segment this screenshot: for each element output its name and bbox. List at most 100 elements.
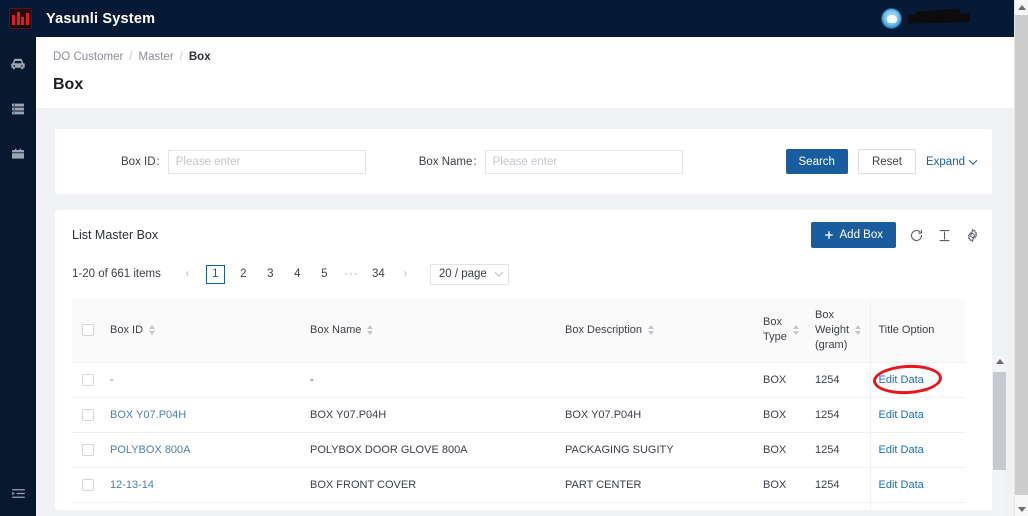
pagination-page-3[interactable]: 3 — [262, 265, 279, 284]
field-box-id: Box ID: Please enter — [121, 149, 366, 174]
chevron-down-icon — [494, 268, 504, 277]
cell-box-name: BOX FRONT COVER — [302, 467, 557, 503]
pagination: 1-20 of 661 items ‹ 1 2 3 4 5 ··· 34 › 2… — [55, 260, 992, 288]
edit-data-link[interactable]: Edit Data — [879, 444, 924, 456]
chevron-down-icon — [968, 155, 978, 165]
th-box-name[interactable]: Box Name — [302, 299, 557, 363]
cell-box-weight: 1254 — [807, 397, 870, 433]
page-header: DO Customer / Master / Box Box — [36, 37, 1014, 108]
table-row[interactable]: - - BOX 1254 Edit Data — [72, 362, 965, 398]
column-height-icon[interactable] — [937, 228, 952, 243]
top-bar: Yasunli System — [0, 0, 1014, 37]
pagination-prev[interactable]: ‹ — [179, 265, 196, 284]
sidebar-item-master[interactable] — [0, 92, 36, 126]
sort-icon[interactable] — [648, 325, 655, 336]
cell-box-id[interactable]: 12-13-14 — [110, 479, 154, 491]
app-root: Yasunli System DO Customer / Master / Bo… — [0, 0, 1028, 516]
sort-icon[interactable] — [792, 325, 799, 336]
expand-toggle[interactable]: Expand — [926, 155, 978, 168]
page-size-select[interactable]: 20 / page — [429, 263, 509, 285]
cell-box-weight: 1254 — [807, 432, 870, 468]
sort-icon[interactable] — [855, 325, 862, 336]
search-filter-card: Box ID: Please enter Box Name: Please en… — [55, 129, 992, 194]
page-scrollbar[interactable] — [1014, 0, 1028, 516]
user-avatar-icon[interactable] — [882, 9, 901, 28]
pagination-next[interactable]: › — [397, 265, 414, 284]
table-row[interactable] — [72, 502, 965, 510]
table-row[interactable]: 12-13-14 BOX FRONT COVER PART CENTER BOX… — [72, 467, 965, 503]
gear-icon[interactable] — [965, 228, 980, 243]
th-box-description[interactable]: Box Description — [557, 299, 755, 363]
breadcrumb-item-2[interactable]: Master — [139, 51, 174, 63]
cell-box-description: PART CENTER — [557, 467, 755, 503]
pagination-ellipsis[interactable]: ··· — [343, 265, 360, 284]
th-select-all — [72, 299, 102, 363]
list-card: List Master Box Add Box 1-20 of 661 item… — [55, 210, 992, 510]
search-button[interactable]: Search — [785, 149, 848, 174]
add-box-button[interactable]: Add Box — [810, 222, 896, 248]
row-checkbox[interactable] — [82, 408, 94, 421]
page-scrollbar-thumb[interactable] — [1015, 15, 1028, 495]
th-box-type[interactable]: Box Type — [755, 299, 807, 363]
box-name-label: Box Name: — [418, 155, 477, 168]
cell-box-type: BOX — [755, 467, 807, 503]
pagination-page-2[interactable]: 2 — [235, 265, 252, 284]
row-checkbox[interactable] — [82, 478, 94, 491]
th-box-id-label: Box ID — [110, 323, 144, 336]
cell-box-type: BOX — [755, 397, 807, 433]
table-scrollbar[interactable] — [993, 355, 1006, 516]
row-checkbox[interactable] — [82, 443, 94, 456]
menu-fold-icon[interactable] — [0, 480, 36, 506]
sidebar-item-vehicle[interactable] — [0, 47, 36, 81]
page-scroll-up-icon[interactable] — [1015, 0, 1028, 14]
pagination-page-last[interactable]: 34 — [370, 265, 387, 284]
content-area: DO Customer / Master / Box Box Box ID: P… — [36, 37, 1014, 516]
page-title: Box — [53, 76, 84, 93]
edit-data-link[interactable]: Edit Data — [879, 374, 924, 386]
field-box-name: Box Name: Please enter — [418, 149, 683, 174]
cell-box-id[interactable]: BOX Y07.P04H — [110, 409, 186, 421]
reset-button[interactable]: Reset — [857, 149, 916, 174]
cell-box-id[interactable]: POLYBOX 800A — [110, 444, 191, 456]
th-box-weight-label-3: (gram) — [815, 338, 848, 351]
th-title-option: Title Option — [869, 299, 965, 363]
breadcrumb-item-1[interactable]: DO Customer — [53, 51, 123, 63]
row-checkbox[interactable] — [82, 373, 94, 386]
cell-box-name: BOX Y07.P04H — [302, 397, 557, 433]
top-bar-user-area[interactable] — [882, 9, 970, 28]
list-title: List Master Box — [72, 228, 159, 242]
table-header-row: Box ID Box Name Box Description Box Type… — [72, 299, 965, 363]
th-box-name-label: Box Name — [310, 323, 362, 336]
sort-icon[interactable] — [367, 325, 374, 336]
th-box-weight[interactable]: Box Weight (gram) — [807, 299, 870, 363]
edit-data-link[interactable]: Edit Data — [879, 479, 924, 491]
box-id-input[interactable]: Please enter — [167, 149, 366, 174]
pagination-page-5[interactable]: 5 — [316, 265, 333, 284]
table-scrollbar-thumb[interactable] — [993, 372, 1006, 470]
cell-box-weight: 1254 — [807, 467, 870, 503]
sort-icon[interactable] — [149, 325, 156, 336]
edit-data-link[interactable]: Edit Data — [879, 409, 924, 421]
scroll-up-icon[interactable] — [993, 355, 1006, 368]
table-header: Box ID Box Name Box Description Box Type… — [72, 299, 965, 363]
list-icon — [12, 103, 24, 115]
table-row[interactable]: POLYBOX 800A POLYBOX DOOR GLOVE 800A PAC… — [72, 432, 965, 468]
cell-box-type: BOX — [755, 432, 807, 468]
username-label — [908, 13, 970, 24]
pagination-page-1[interactable]: 1 — [205, 264, 225, 284]
th-box-weight-label-2: Weight — [815, 323, 850, 336]
cell-box-id[interactable]: - — [110, 374, 114, 386]
cell-box-description — [557, 362, 755, 398]
sidebar-item-schedule[interactable] — [0, 137, 36, 171]
cell-box-name: POLYBOX DOOR GLOVE 800A — [302, 432, 557, 468]
reload-icon[interactable] — [909, 228, 924, 243]
page-scroll-down-icon[interactable] — [1015, 502, 1028, 516]
th-box-id[interactable]: Box ID — [102, 299, 302, 363]
table-row[interactable]: BOX Y07.P04H BOX Y07.P04H BOX Y07.P04H B… — [72, 397, 965, 433]
th-title-option-label: Title Option — [878, 324, 935, 337]
select-all-checkbox[interactable] — [82, 324, 94, 337]
box-name-input[interactable]: Please enter — [484, 149, 683, 174]
pagination-page-4[interactable]: 4 — [289, 265, 306, 284]
page-size-label: 20 / page — [438, 268, 487, 280]
plus-icon — [824, 231, 833, 239]
